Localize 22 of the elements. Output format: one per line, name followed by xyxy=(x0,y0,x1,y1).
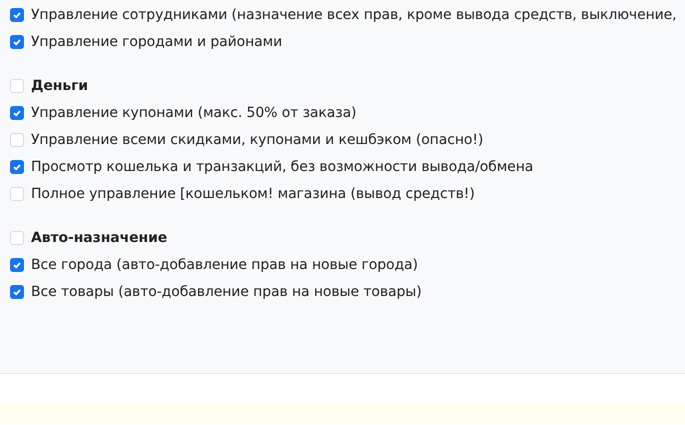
checkbox-label: Управление городами и районами xyxy=(31,34,282,50)
checkbox-label: Управление сотрудниками (назначение всех прав, кроме вывода средств, выключение, xyxy=(31,6,677,22)
check-icon xyxy=(12,36,22,46)
check-icon xyxy=(12,108,22,118)
checkbox[interactable] xyxy=(10,284,24,298)
checkbox[interactable] xyxy=(10,8,24,22)
check-icon xyxy=(12,10,22,20)
checkbox[interactable] xyxy=(10,160,24,174)
checkbox[interactable] xyxy=(10,258,24,272)
checkbox-label: Управление всеми скидками, купонами и кешбэком (опасно!) xyxy=(31,132,484,148)
check-icon xyxy=(12,162,22,172)
checkbox[interactable] xyxy=(10,34,24,48)
checkbox-label: Полное управление [кошельком! магазина (вывод средств!) xyxy=(31,186,475,202)
section-title: Деньги xyxy=(31,78,88,94)
checkbox[interactable] xyxy=(10,106,24,120)
checkbox-label: Управление купонами (макс. 50% от заказа) xyxy=(31,104,356,120)
checkbox-label: Просмотр кошелька и транзакций, без возможности вывода/обмена xyxy=(31,158,534,174)
section-title: Авто-назначение xyxy=(31,230,168,246)
check-icon xyxy=(12,286,22,296)
checkbox-label: Все товары (авто-добавление прав на новые товары) xyxy=(31,284,422,300)
check-icon xyxy=(12,260,22,270)
checkbox-label: Все города (авто-добавление прав на новые города) xyxy=(31,256,418,272)
